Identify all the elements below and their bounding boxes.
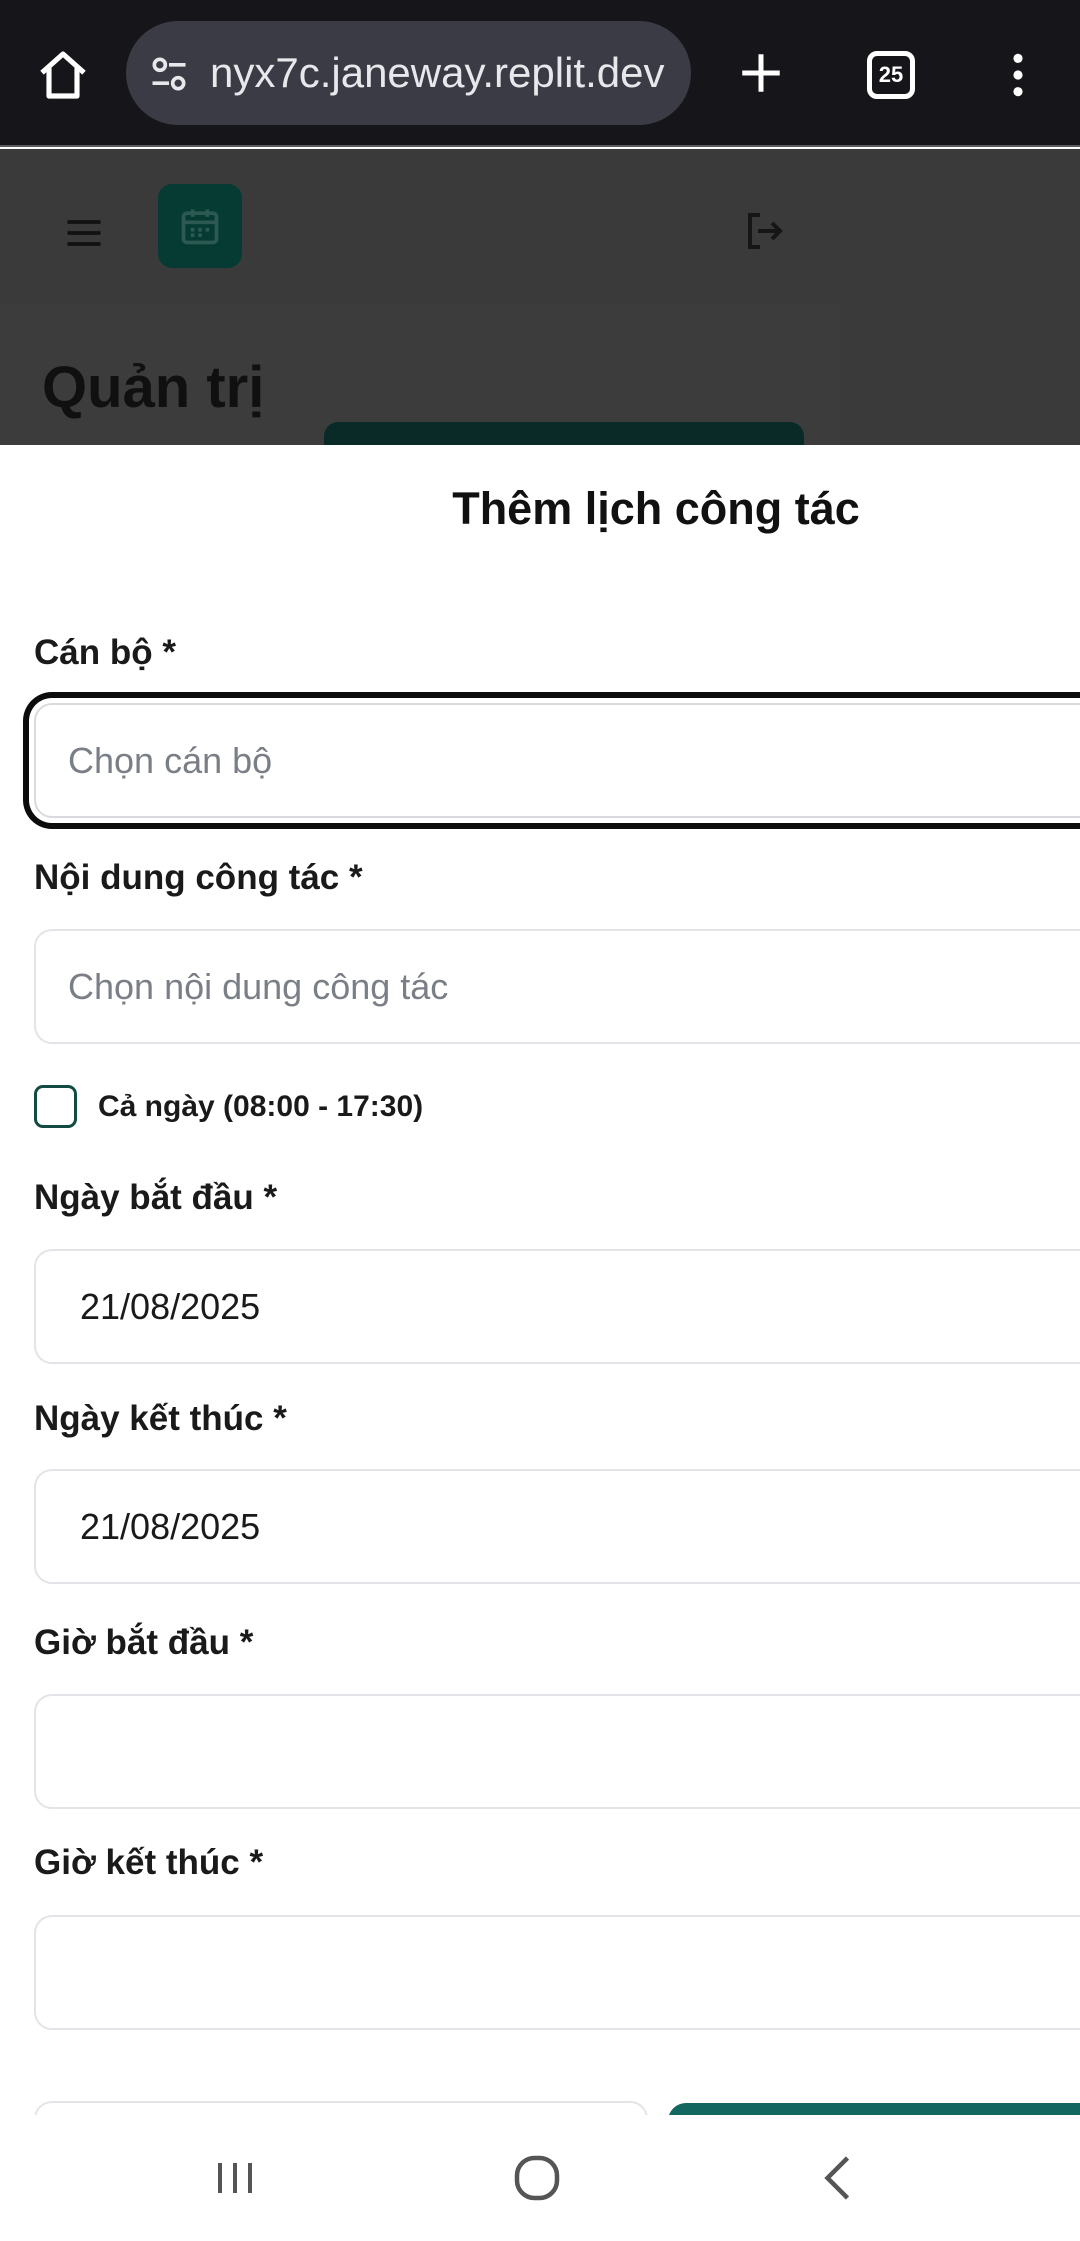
all-day-option[interactable]: Cả ngày (08:00 - 17:30): [34, 1085, 423, 1128]
app-background-overlay[interactable]: Quản trị: [0, 149, 1080, 452]
home-circle-icon[interactable]: [477, 2115, 597, 2241]
end-date-input[interactable]: 21/08/2025: [34, 1469, 1080, 1584]
tab-count: 25: [867, 51, 915, 99]
all-day-label[interactable]: Cả ngày (08:00 - 17:30): [98, 1090, 423, 1124]
end-time-label: Giờ kết thúc *: [34, 1843, 264, 1882]
hamburger-menu-icon[interactable]: [62, 211, 106, 255]
content-label: Nội dung công tác *: [34, 858, 363, 897]
save-button[interactable]: [668, 2103, 1080, 2115]
system-navigation-bar: [0, 2115, 1080, 2241]
recent-apps-icon[interactable]: [175, 2115, 295, 2241]
home-icon[interactable]: [28, 40, 98, 110]
back-chevron-icon[interactable]: [780, 2115, 900, 2241]
tab-switcher-icon[interactable]: 25: [856, 40, 926, 110]
add-schedule-modal: Thêm lịch công tác Cán bộ * Chọn cán bộ …: [0, 445, 1080, 2115]
end-time-input[interactable]: [34, 1915, 1080, 2030]
logout-icon[interactable]: [740, 207, 788, 255]
end-date-label: Ngày kết thúc *: [34, 1399, 287, 1438]
address-bar[interactable]: nyx7c.janeway.replit.dev: [126, 21, 691, 125]
cancel-button[interactable]: [34, 2101, 648, 2115]
start-date-input[interactable]: 21/08/2025: [34, 1249, 1080, 1364]
start-time-label: Giờ bắt đầu *: [34, 1623, 254, 1662]
browser-toolbar: nyx7c.janeway.replit.dev 25: [0, 0, 1080, 147]
page-title: Quản trị: [42, 355, 265, 420]
more-vert-icon[interactable]: [983, 40, 1053, 110]
start-time-input[interactable]: [34, 1694, 1080, 1809]
modal-title: Thêm lịch công tác: [452, 483, 860, 534]
staff-label: Cán bộ *: [34, 633, 176, 672]
plus-icon[interactable]: [726, 38, 796, 108]
site-settings-icon[interactable]: [144, 49, 194, 99]
content-select[interactable]: Chọn nội dung công tác: [34, 929, 1080, 1044]
calendar-icon[interactable]: [158, 184, 242, 268]
url-text[interactable]: nyx7c.janeway.replit.dev: [210, 21, 680, 125]
staff-select[interactable]: Chọn cán bộ: [34, 703, 1080, 818]
start-date-label: Ngày bắt đầu *: [34, 1178, 278, 1217]
all-day-checkbox[interactable]: [34, 1085, 77, 1128]
